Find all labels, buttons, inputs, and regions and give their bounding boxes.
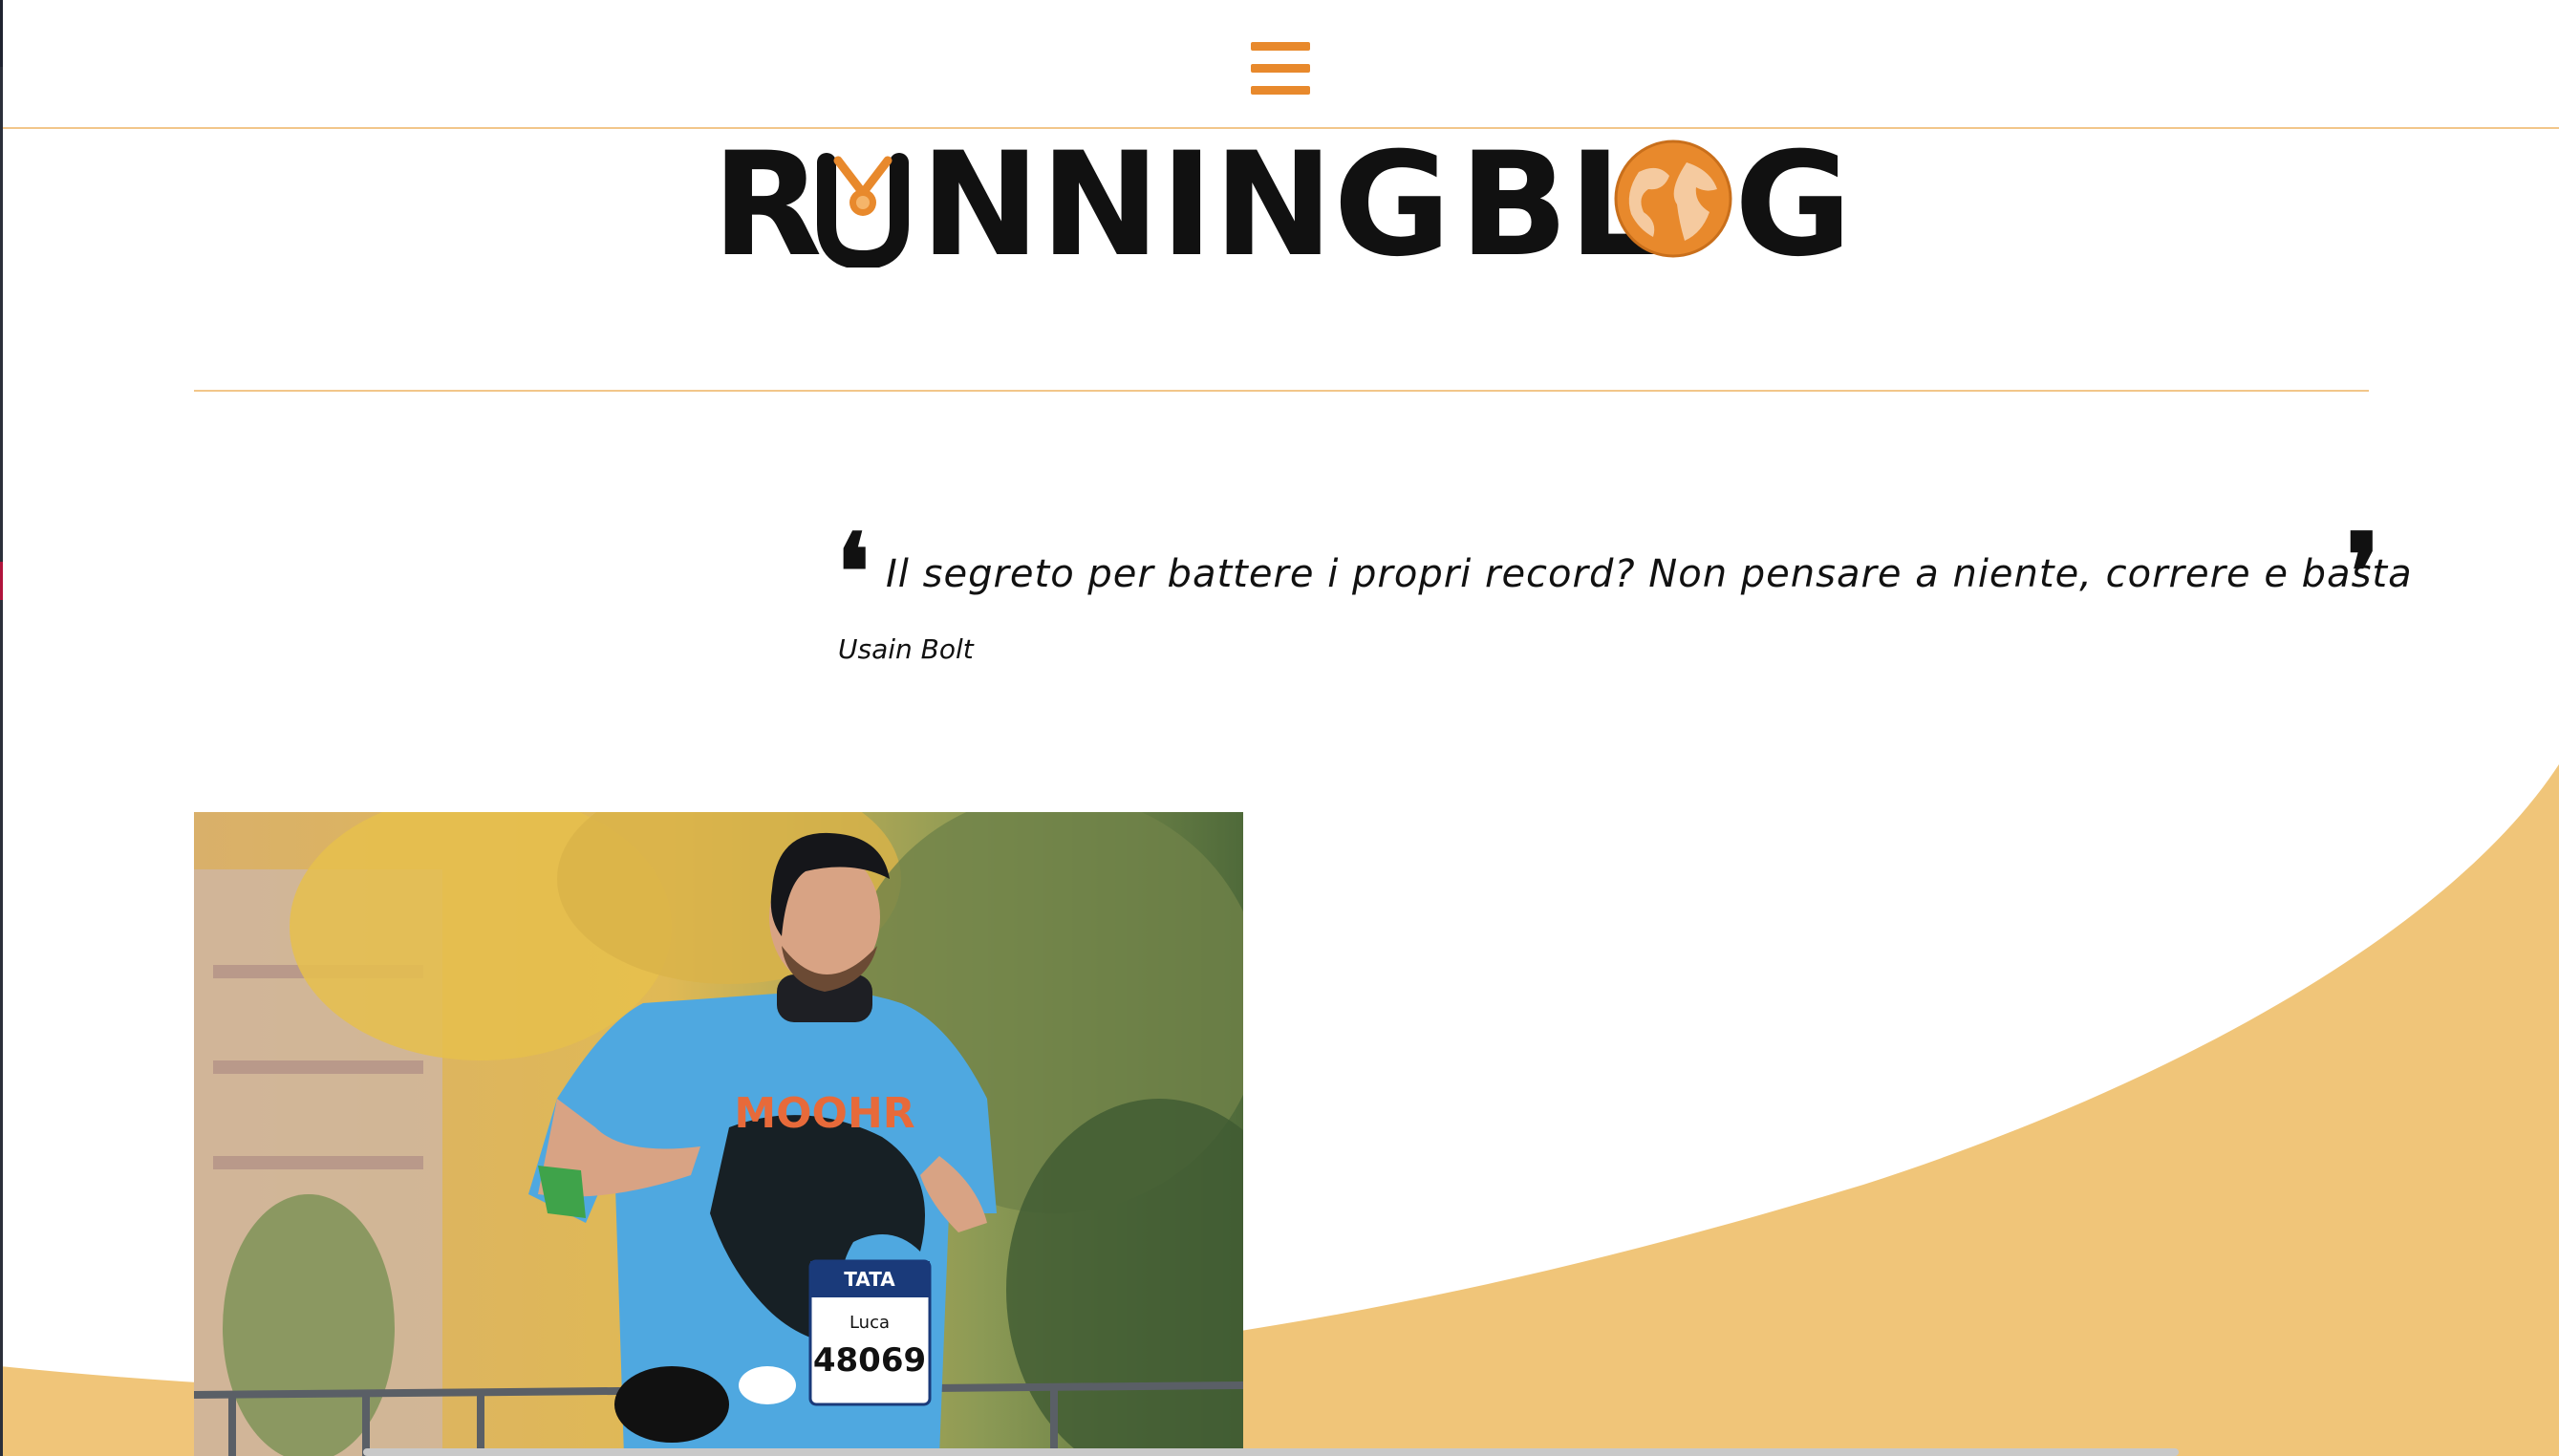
logo-text-g: G: [1734, 134, 1849, 268]
open-quote-icon: ❛: [836, 510, 871, 633]
menu-bar-top: [1251, 42, 1310, 51]
site-header: [0, 0, 2559, 129]
window-edge: [0, 0, 3, 1456]
menu-bar-bottom: [1251, 86, 1310, 95]
logo-text-nning: NNING: [920, 134, 1452, 268]
quote-text: Il segreto per battere i propri record? …: [886, 552, 2413, 596]
window-edge-top: [0, 0, 3, 67]
page: R NNING BL G ❛ Il segreto per battere i …: [0, 0, 2559, 1456]
window-edge-marker: [0, 562, 3, 600]
close-quote-icon: ❜: [2346, 510, 2380, 633]
runner-photo: MOOHR TATA Luca 48069: [194, 812, 1243, 1456]
svg-text:48069: 48069: [813, 1341, 926, 1380]
quote-author: Usain Bolt: [838, 633, 974, 665]
horizontal-scrollbar[interactable]: [363, 1448, 2179, 1456]
svg-text:MOOHR: MOOHR: [734, 1089, 914, 1138]
running-blog-logo[interactable]: R NNING BL G: [712, 134, 1849, 268]
header-divider: [194, 390, 2369, 392]
svg-text:Luca: Luca: [849, 1313, 890, 1333]
menu-bar-middle: [1251, 64, 1310, 73]
svg-text:TATA: TATA: [844, 1268, 895, 1291]
hamburger-menu-icon[interactable]: [1251, 42, 1310, 96]
globe-icon: [1614, 139, 1732, 258]
medal-icon: [833, 156, 892, 216]
logo-text-r: R: [712, 134, 823, 268]
